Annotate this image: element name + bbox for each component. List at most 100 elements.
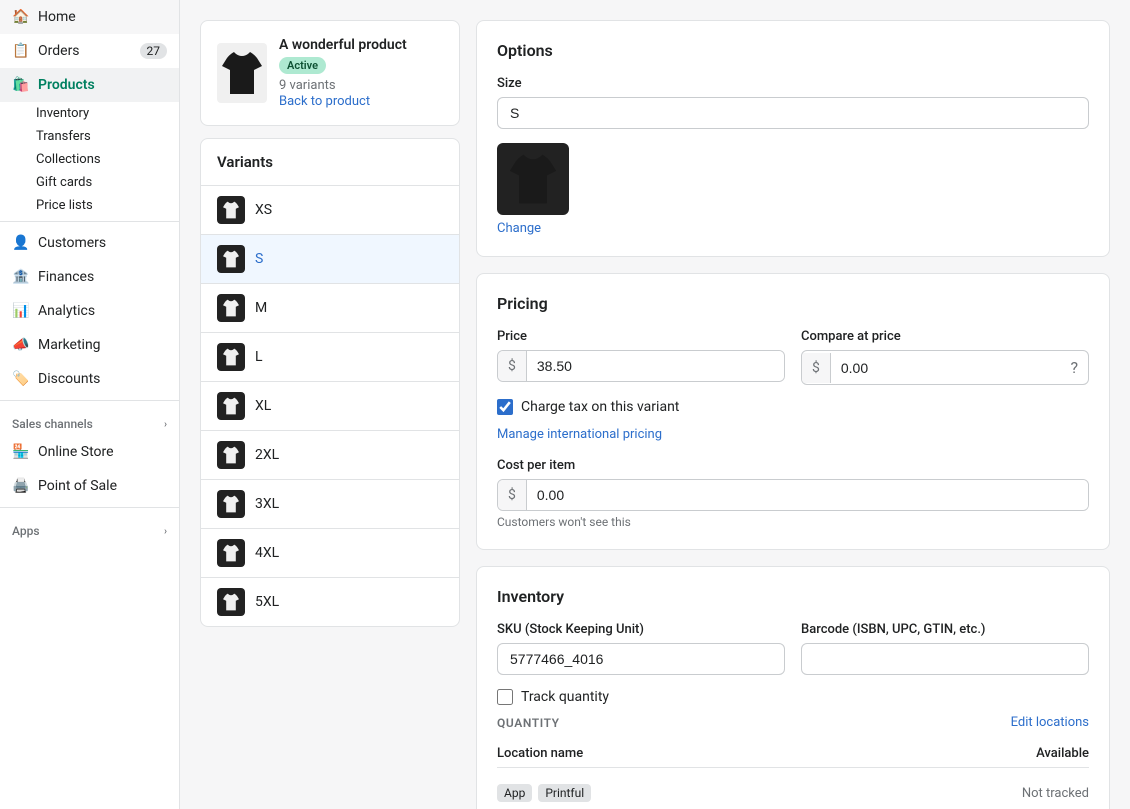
variant-thumbnail	[217, 294, 245, 322]
variant-thumbnail	[217, 343, 245, 371]
products-icon: 🛍️	[12, 76, 30, 94]
compare-currency-symbol: $	[802, 353, 831, 383]
sidebar-sub-gift-cards[interactable]: Gift cards	[0, 171, 179, 194]
orders-badge: 27	[140, 43, 168, 59]
quantity-section: QUANTITY Edit locations Location name Av…	[497, 715, 1089, 809]
sidebar-item-customers[interactable]: 👤 Customers	[0, 226, 179, 260]
sidebar-sub-collections[interactable]: Collections	[0, 148, 179, 171]
variants-list: XS S M L	[201, 186, 459, 626]
compare-help-icon[interactable]: ?	[1060, 351, 1088, 384]
inventory-fields-row: SKU (Stock Keeping Unit) Barcode (ISBN, …	[497, 622, 1089, 675]
sidebar-item-online-store[interactable]: 🏪 Online Store	[0, 435, 179, 469]
variants-title: Variants	[201, 139, 459, 186]
available-col-header: Available	[1036, 746, 1089, 761]
compare-price-col: Compare at price $ ?	[801, 329, 1089, 385]
right-panel: Options Size Change Pricing Pr	[476, 20, 1110, 789]
variant-item[interactable]: 4XL	[201, 529, 459, 578]
sidebar-item-discounts[interactable]: 🏷️ Discounts	[0, 362, 179, 396]
options-title: Options	[497, 41, 1089, 60]
quantity-table-header: Location name Available	[497, 740, 1089, 768]
apps-section: Apps ›	[0, 512, 179, 542]
charge-tax-checkbox[interactable]	[497, 399, 513, 415]
apps-chevron[interactable]: ›	[164, 526, 167, 537]
options-card: Options Size Change	[476, 20, 1110, 257]
analytics-icon: 📊	[12, 302, 30, 320]
price-col: Price $	[497, 329, 785, 385]
inventory-title: Inventory	[497, 587, 1089, 606]
variant-label: L	[255, 349, 263, 365]
sku-label: SKU (Stock Keeping Unit)	[497, 622, 785, 637]
available-quantity: Not tracked	[1022, 786, 1089, 801]
price-input-wrapper: $	[497, 350, 785, 382]
variant-thumbnail	[217, 196, 245, 224]
sidebar-item-home[interactable]: 🏠 Home	[0, 0, 179, 34]
manage-international-pricing-link[interactable]: Manage international pricing	[497, 427, 662, 442]
track-quantity-checkbox[interactable]	[497, 689, 513, 705]
variant-label: 5XL	[255, 594, 279, 610]
location-tag: Printful	[538, 784, 591, 802]
sidebar-item-orders[interactable]: 📋 Orders 27	[0, 34, 179, 68]
sidebar-sub-inventory[interactable]: Inventory	[0, 102, 179, 125]
sidebar-item-point-of-sale[interactable]: 🖨️ Point of Sale	[0, 469, 179, 503]
main-content: A wonderful product Active 9 variants Ba…	[180, 0, 1130, 809]
location-col-header: Location name	[497, 746, 583, 761]
sidebar-item-marketing[interactable]: 📣 Marketing	[0, 328, 179, 362]
cost-input[interactable]	[527, 480, 1088, 510]
pricing-card: Pricing Price $ Compare at price $	[476, 273, 1110, 550]
pos-icon: 🖨️	[12, 477, 30, 495]
variant-thumbnail	[217, 441, 245, 469]
barcode-label: Barcode (ISBN, UPC, GTIN, etc.)	[801, 622, 1089, 637]
charge-tax-label[interactable]: Charge tax on this variant	[521, 399, 679, 415]
variant-item[interactable]: XL	[201, 382, 459, 431]
marketing-icon: 📣	[12, 336, 30, 354]
discounts-icon: 🏷️	[12, 370, 30, 388]
cost-currency-symbol: $	[498, 480, 527, 510]
sidebar-item-finances[interactable]: 🏦 Finances	[0, 260, 179, 294]
variant-label: 2XL	[255, 447, 279, 463]
sku-input[interactable]	[497, 643, 785, 675]
barcode-input[interactable]	[801, 643, 1089, 675]
sku-col: SKU (Stock Keeping Unit)	[497, 622, 785, 675]
variants-card: Variants XS S M	[200, 138, 460, 627]
variant-label: XL	[255, 398, 271, 414]
variant-item[interactable]: S	[201, 235, 459, 284]
location-tag: App	[497, 784, 532, 802]
sidebar-item-products[interactable]: 🛍️ Products	[0, 68, 179, 102]
sidebar-sub-price-lists[interactable]: Price lists	[0, 194, 179, 217]
product-variants-count: 9 variants	[279, 78, 443, 93]
variant-thumbnail	[217, 245, 245, 273]
variant-item[interactable]: 5XL	[201, 578, 459, 626]
variant-item[interactable]: M	[201, 284, 459, 333]
product-info: A wonderful product Active 9 variants Ba…	[279, 37, 443, 109]
quantity-row: App Printful Not tracked	[497, 776, 1089, 809]
compare-input-wrapper: $ ?	[801, 350, 1089, 385]
variant-thumbnail	[217, 588, 245, 616]
home-icon: 🏠	[12, 8, 30, 26]
variant-item[interactable]: 2XL	[201, 431, 459, 480]
sidebar-item-analytics[interactable]: 📊 Analytics	[0, 294, 179, 328]
product-status-badge: Active	[279, 57, 326, 74]
online-store-icon: 🏪	[12, 443, 30, 461]
track-qty-row: Track quantity	[497, 689, 1089, 705]
compare-price-input[interactable]	[831, 353, 1061, 383]
change-image-link[interactable]: Change	[497, 221, 541, 236]
sidebar-sub-transfers[interactable]: Transfers	[0, 125, 179, 148]
variant-item[interactable]: XS	[201, 186, 459, 235]
content-area: A wonderful product Active 9 variants Ba…	[180, 0, 1130, 809]
variant-item[interactable]: 3XL	[201, 480, 459, 529]
track-quantity-label[interactable]: Track quantity	[521, 689, 609, 705]
orders-icon: 📋	[12, 42, 30, 60]
size-input[interactable]	[497, 97, 1089, 129]
variant-item[interactable]: L	[201, 333, 459, 382]
sales-channels-chevron[interactable]: ›	[164, 419, 167, 430]
cost-hint: Customers won't see this	[497, 515, 1089, 529]
cost-label: Cost per item	[497, 458, 1089, 473]
product-thumbnail	[217, 43, 267, 103]
variant-thumbnail	[217, 392, 245, 420]
quantity-header: QUANTITY Edit locations	[497, 715, 1089, 730]
quantity-section-title: QUANTITY	[497, 716, 560, 730]
edit-locations-link[interactable]: Edit locations	[1011, 715, 1089, 730]
price-input[interactable]	[527, 351, 784, 381]
variant-label: S	[255, 251, 263, 267]
back-to-product-link[interactable]: Back to product	[279, 94, 370, 109]
